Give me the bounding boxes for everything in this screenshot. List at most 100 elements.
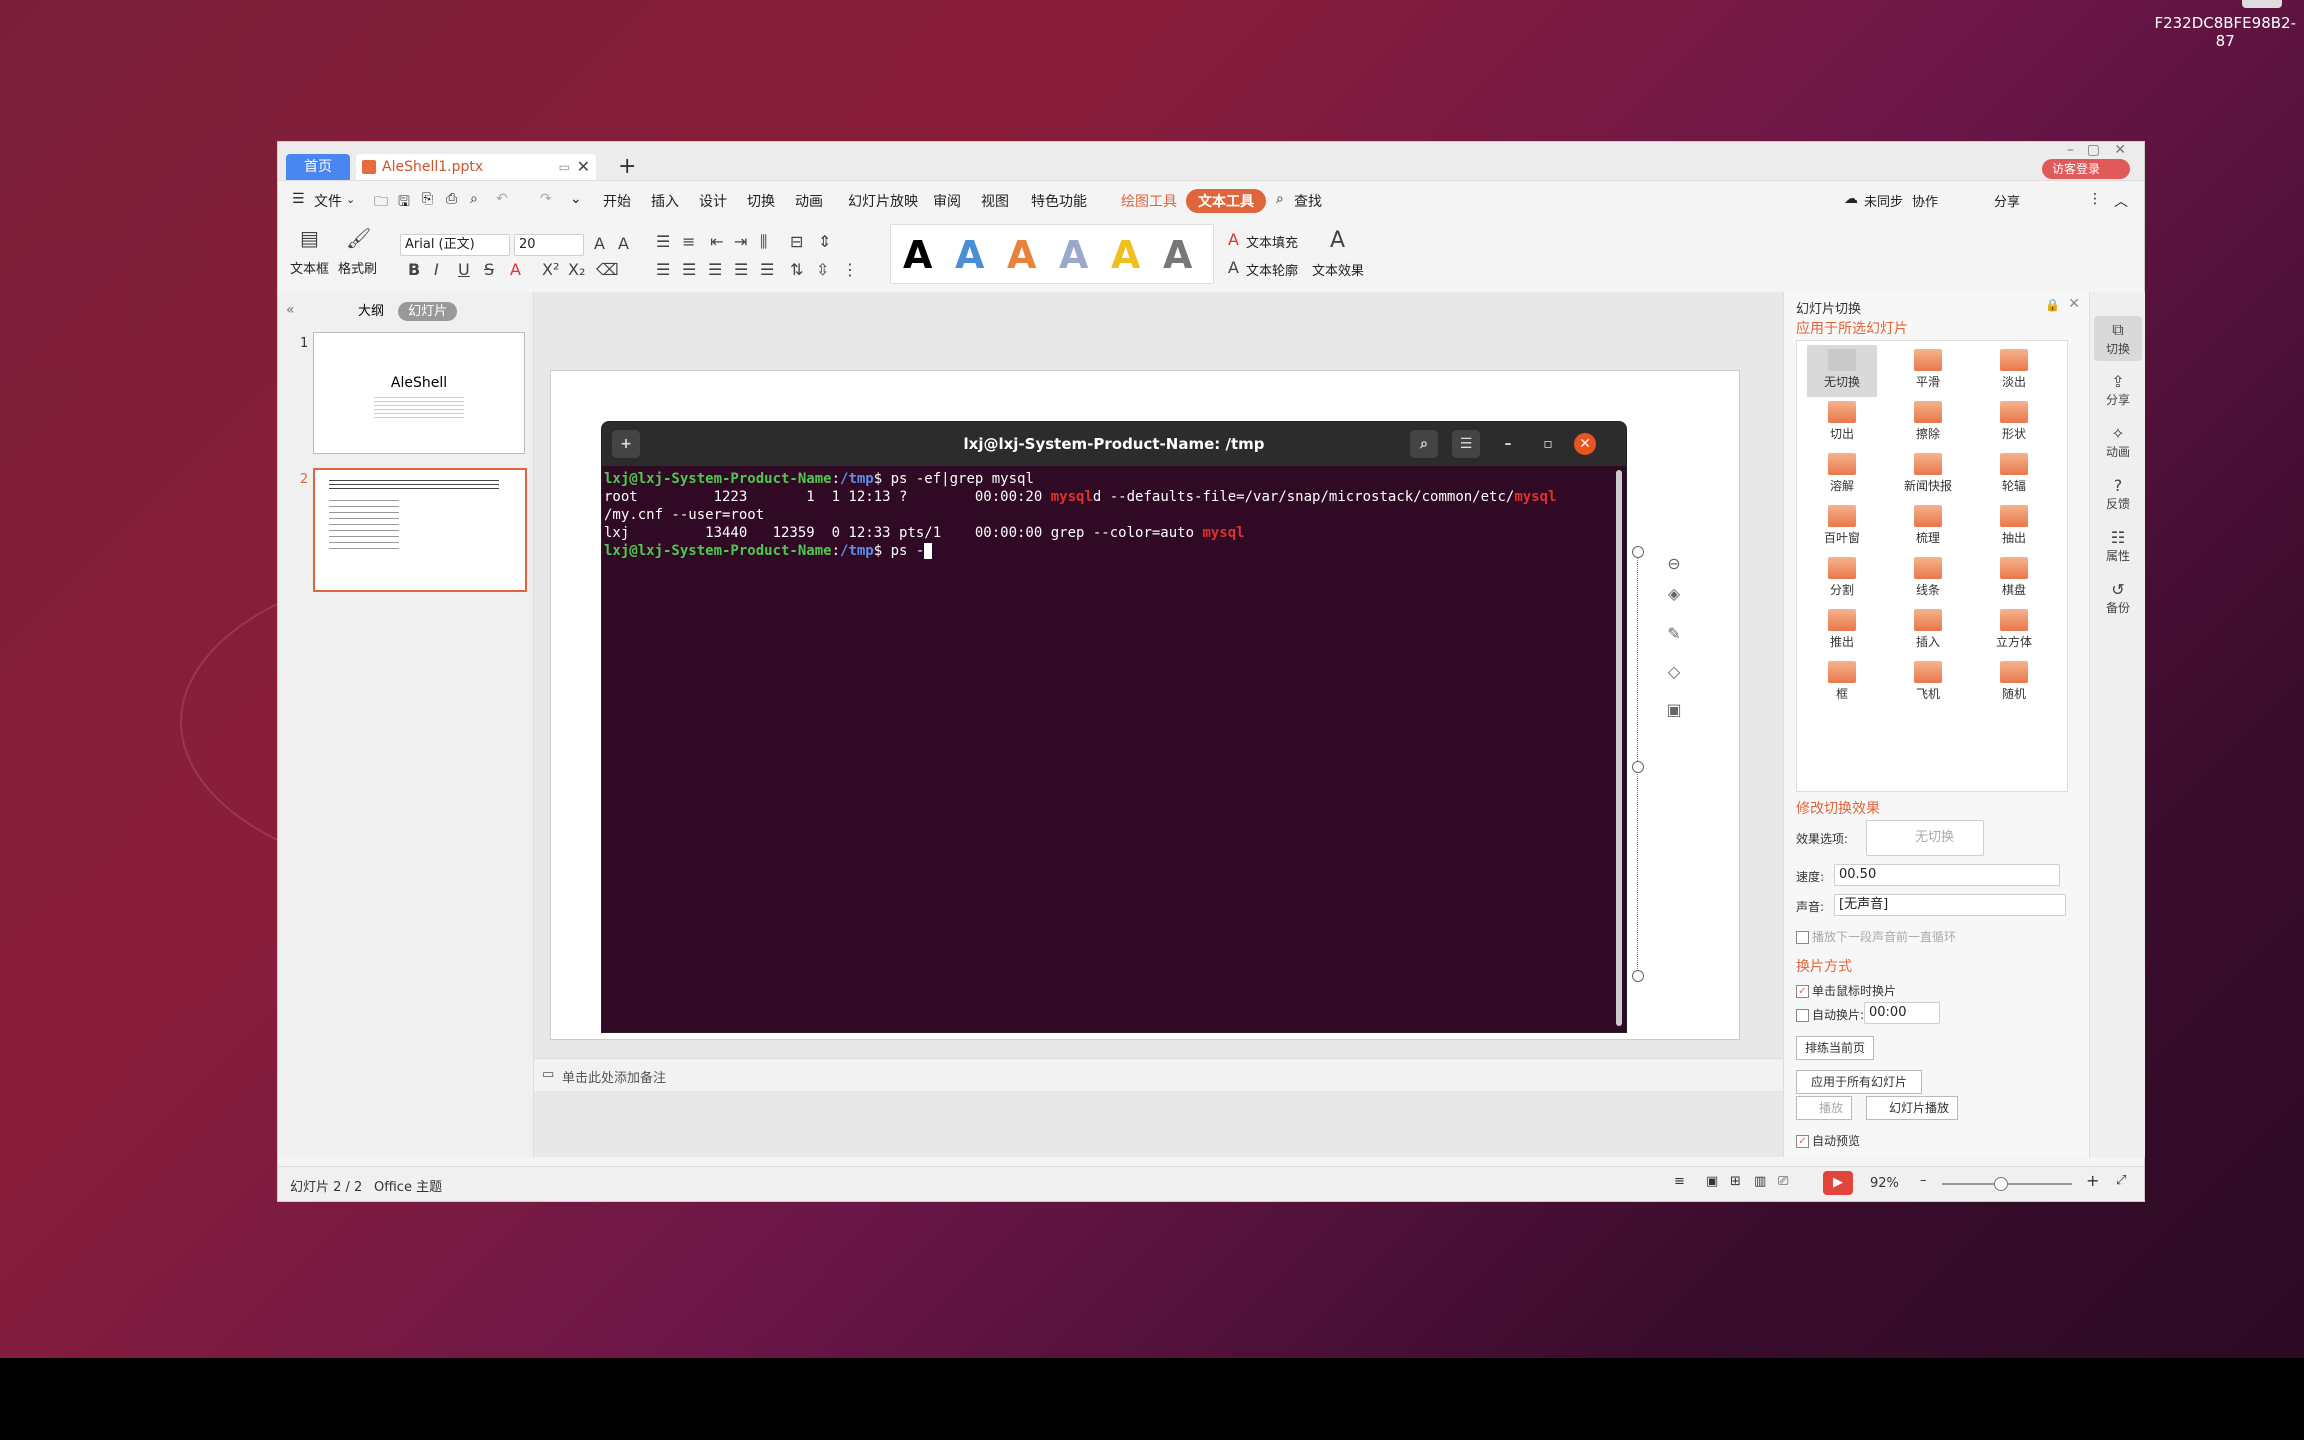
format-painter-button[interactable]: 格式刷 (338, 258, 377, 277)
indent-icon[interactable]: ⇥ (734, 232, 747, 251)
sidebar-feedback[interactable]: ? 反馈 (2094, 476, 2142, 512)
para-settings-icon[interactable]: ⋮ (842, 260, 858, 279)
effect-select[interactable]: 无切换 (1866, 820, 1984, 856)
print-icon[interactable]: ⎙ (446, 191, 457, 207)
new-tab-icon[interactable]: + (612, 430, 640, 458)
more-icon[interactable]: ⌄ (570, 191, 582, 207)
resize-handle-bottom[interactable] (1632, 970, 1644, 982)
crop-icon[interactable]: ▣ (1661, 697, 1687, 723)
apply-all-button[interactable]: 应用于所有幻灯片 (1796, 1070, 1923, 1094)
transition-fade[interactable]: 淡出 (1979, 345, 2049, 397)
transition-wheel[interactable]: 轮辐 (1979, 449, 2049, 501)
close-icon[interactable]: ✕ (1574, 433, 1596, 455)
redo-icon[interactable]: ↷ (540, 191, 552, 207)
normal-view-icon[interactable]: ▣ (1706, 1174, 1718, 1189)
tab-document[interactable]: AleShell1.pptx ▭ ✕ (356, 154, 596, 180)
align-left-icon[interactable]: ☰ (656, 260, 670, 279)
sidebar-transition[interactable]: ⧉ 切换 (2094, 316, 2142, 361)
transition-shape[interactable]: 形状 (1979, 397, 2049, 449)
transition-none[interactable]: 无切换 (1807, 345, 1877, 397)
underline-icon[interactable]: U (458, 260, 470, 279)
transition-smooth[interactable]: 平滑 (1893, 345, 1963, 397)
menu-file[interactable]: 文件 (314, 191, 342, 211)
preview-icon[interactable]: ⌕ (470, 191, 478, 207)
text-style-5[interactable]: A (1111, 233, 1140, 277)
save-icon[interactable]: 🖫 (398, 191, 410, 215)
line-spacing-icon[interactable]: ⇕ (818, 232, 831, 251)
para-spacing-icon[interactable]: ⇳ (816, 260, 829, 279)
slideshow-button[interactable]: 幻灯片播放 (1866, 1096, 1959, 1120)
transition-lines[interactable]: 线条 (1893, 553, 1963, 605)
chevron-down-icon[interactable]: ⌄ (346, 193, 355, 206)
autopreview-checkbox[interactable]: ✓ 自动预览 (1796, 1132, 1860, 1149)
auto-advance-checkbox[interactable]: 自动换片: (1796, 1006, 1864, 1023)
text-direction-icon[interactable]: ⇅ (790, 260, 803, 279)
minimize-icon[interactable]: – (2067, 142, 2074, 158)
align-right-icon[interactable]: ☰ (708, 260, 722, 279)
menu-slideshow[interactable]: 幻灯片放映 (848, 191, 918, 211)
text-outline-button[interactable]: 文本轮廓 (1246, 260, 1298, 279)
clear-format-icon[interactable]: ⌫ (596, 260, 619, 279)
open-icon[interactable]: 🗀 (374, 191, 388, 215)
hamburger-icon[interactable]: ☰ (292, 191, 305, 207)
tab-home[interactable]: 首页 (286, 154, 350, 180)
play-button[interactable]: 播放 (1796, 1096, 1853, 1120)
visitor-login-button[interactable]: 访客登录 (2041, 159, 2130, 179)
maximize-icon[interactable]: ▫ (1534, 430, 1562, 458)
notes-area[interactable]: ▭ 单击此处添加备注 (534, 1058, 1796, 1091)
on-click-checkbox[interactable]: ✓ 单击鼠标时换片 (1796, 982, 1896, 999)
menu-transition[interactable]: 切换 (747, 191, 775, 211)
menu-view[interactable]: 视图 (981, 191, 1009, 211)
resize-handle-top[interactable] (1632, 546, 1644, 558)
bold-icon[interactable]: B (408, 260, 420, 279)
menu-features[interactable]: 特色功能 (1031, 191, 1087, 211)
format-painter-icon[interactable]: 🖌 (346, 226, 371, 250)
menu-animation[interactable]: 动画 (795, 191, 823, 211)
slide-1-thumbnail[interactable]: AleShell (313, 332, 525, 454)
pin-icon[interactable]: ▭ (559, 154, 570, 180)
outdent-icon[interactable]: ⇤ (710, 232, 723, 251)
play-slideshow-icon[interactable]: ▶ (1823, 1171, 1853, 1195)
distribute-icon[interactable]: ☰ (760, 260, 774, 279)
tab-outline[interactable]: 大纲 (358, 304, 384, 319)
menu-search[interactable]: 查找 (1294, 191, 1322, 211)
zoom-slider-thumb[interactable] (1994, 1177, 2008, 1191)
new-tab-icon[interactable]: + (618, 154, 636, 179)
transition-newsflash[interactable]: 新闻快报 (1893, 449, 1963, 501)
superscript-icon[interactable]: X² (542, 260, 559, 279)
fit-window-icon[interactable]: ⤢ (2116, 1173, 2126, 1188)
transition-box[interactable]: 框 (1807, 657, 1877, 709)
text-style-2[interactable]: A (955, 233, 984, 277)
text-fill-icon[interactable]: A (1228, 230, 1239, 249)
transition-comb[interactable]: 梳理 (1893, 501, 1963, 553)
grow-font-icon[interactable]: A (594, 234, 605, 253)
speed-input[interactable]: 00.50 (1834, 864, 2060, 886)
search-icon[interactable]: ⌕ (1410, 430, 1438, 458)
pen-icon[interactable]: ✎ (1661, 621, 1687, 647)
tab-slides[interactable]: 幻灯片 (398, 302, 458, 321)
notes-toggle-icon[interactable]: ≡ (1674, 1174, 1685, 1189)
transition-cut[interactable]: 切出 (1807, 397, 1877, 449)
minimize-icon[interactable]: – (1494, 430, 1522, 458)
menu-text-tools[interactable]: 文本工具 (1186, 189, 1266, 213)
font-color-icon[interactable]: A (510, 260, 521, 279)
text-outline-icon[interactable]: A (1228, 258, 1239, 277)
transition-pull[interactable]: 抽出 (1979, 501, 2049, 553)
numbering-icon[interactable]: ≡ (682, 232, 695, 251)
font-name-select[interactable]: Arial (正文) (400, 234, 510, 256)
menu-design[interactable]: 设计 (699, 191, 727, 211)
menu-start[interactable]: 开始 (603, 191, 631, 211)
layers-icon[interactable]: ◈ (1661, 581, 1687, 607)
resize-handle-mid[interactable] (1632, 761, 1644, 773)
fill-icon[interactable]: ◇ (1661, 659, 1687, 685)
text-effect-button[interactable]: 文本效果 (1312, 260, 1364, 279)
transition-random[interactable]: 随机 (1979, 657, 2049, 709)
slide-2-thumbnail[interactable] (313, 468, 527, 592)
transition-blinds[interactable]: 百叶窗 (1807, 501, 1877, 553)
menu-review[interactable]: 审阅 (933, 191, 961, 211)
zoom-out-icon[interactable]: ⊖ (1661, 551, 1687, 577)
presenter-icon[interactable]: ⎚ (1778, 1174, 1788, 1189)
sorter-view-icon[interactable]: ⊞ (1730, 1174, 1741, 1189)
transition-cube[interactable]: 立方体 (1979, 605, 2049, 657)
transition-checker[interactable]: 棋盘 (1979, 553, 2049, 605)
